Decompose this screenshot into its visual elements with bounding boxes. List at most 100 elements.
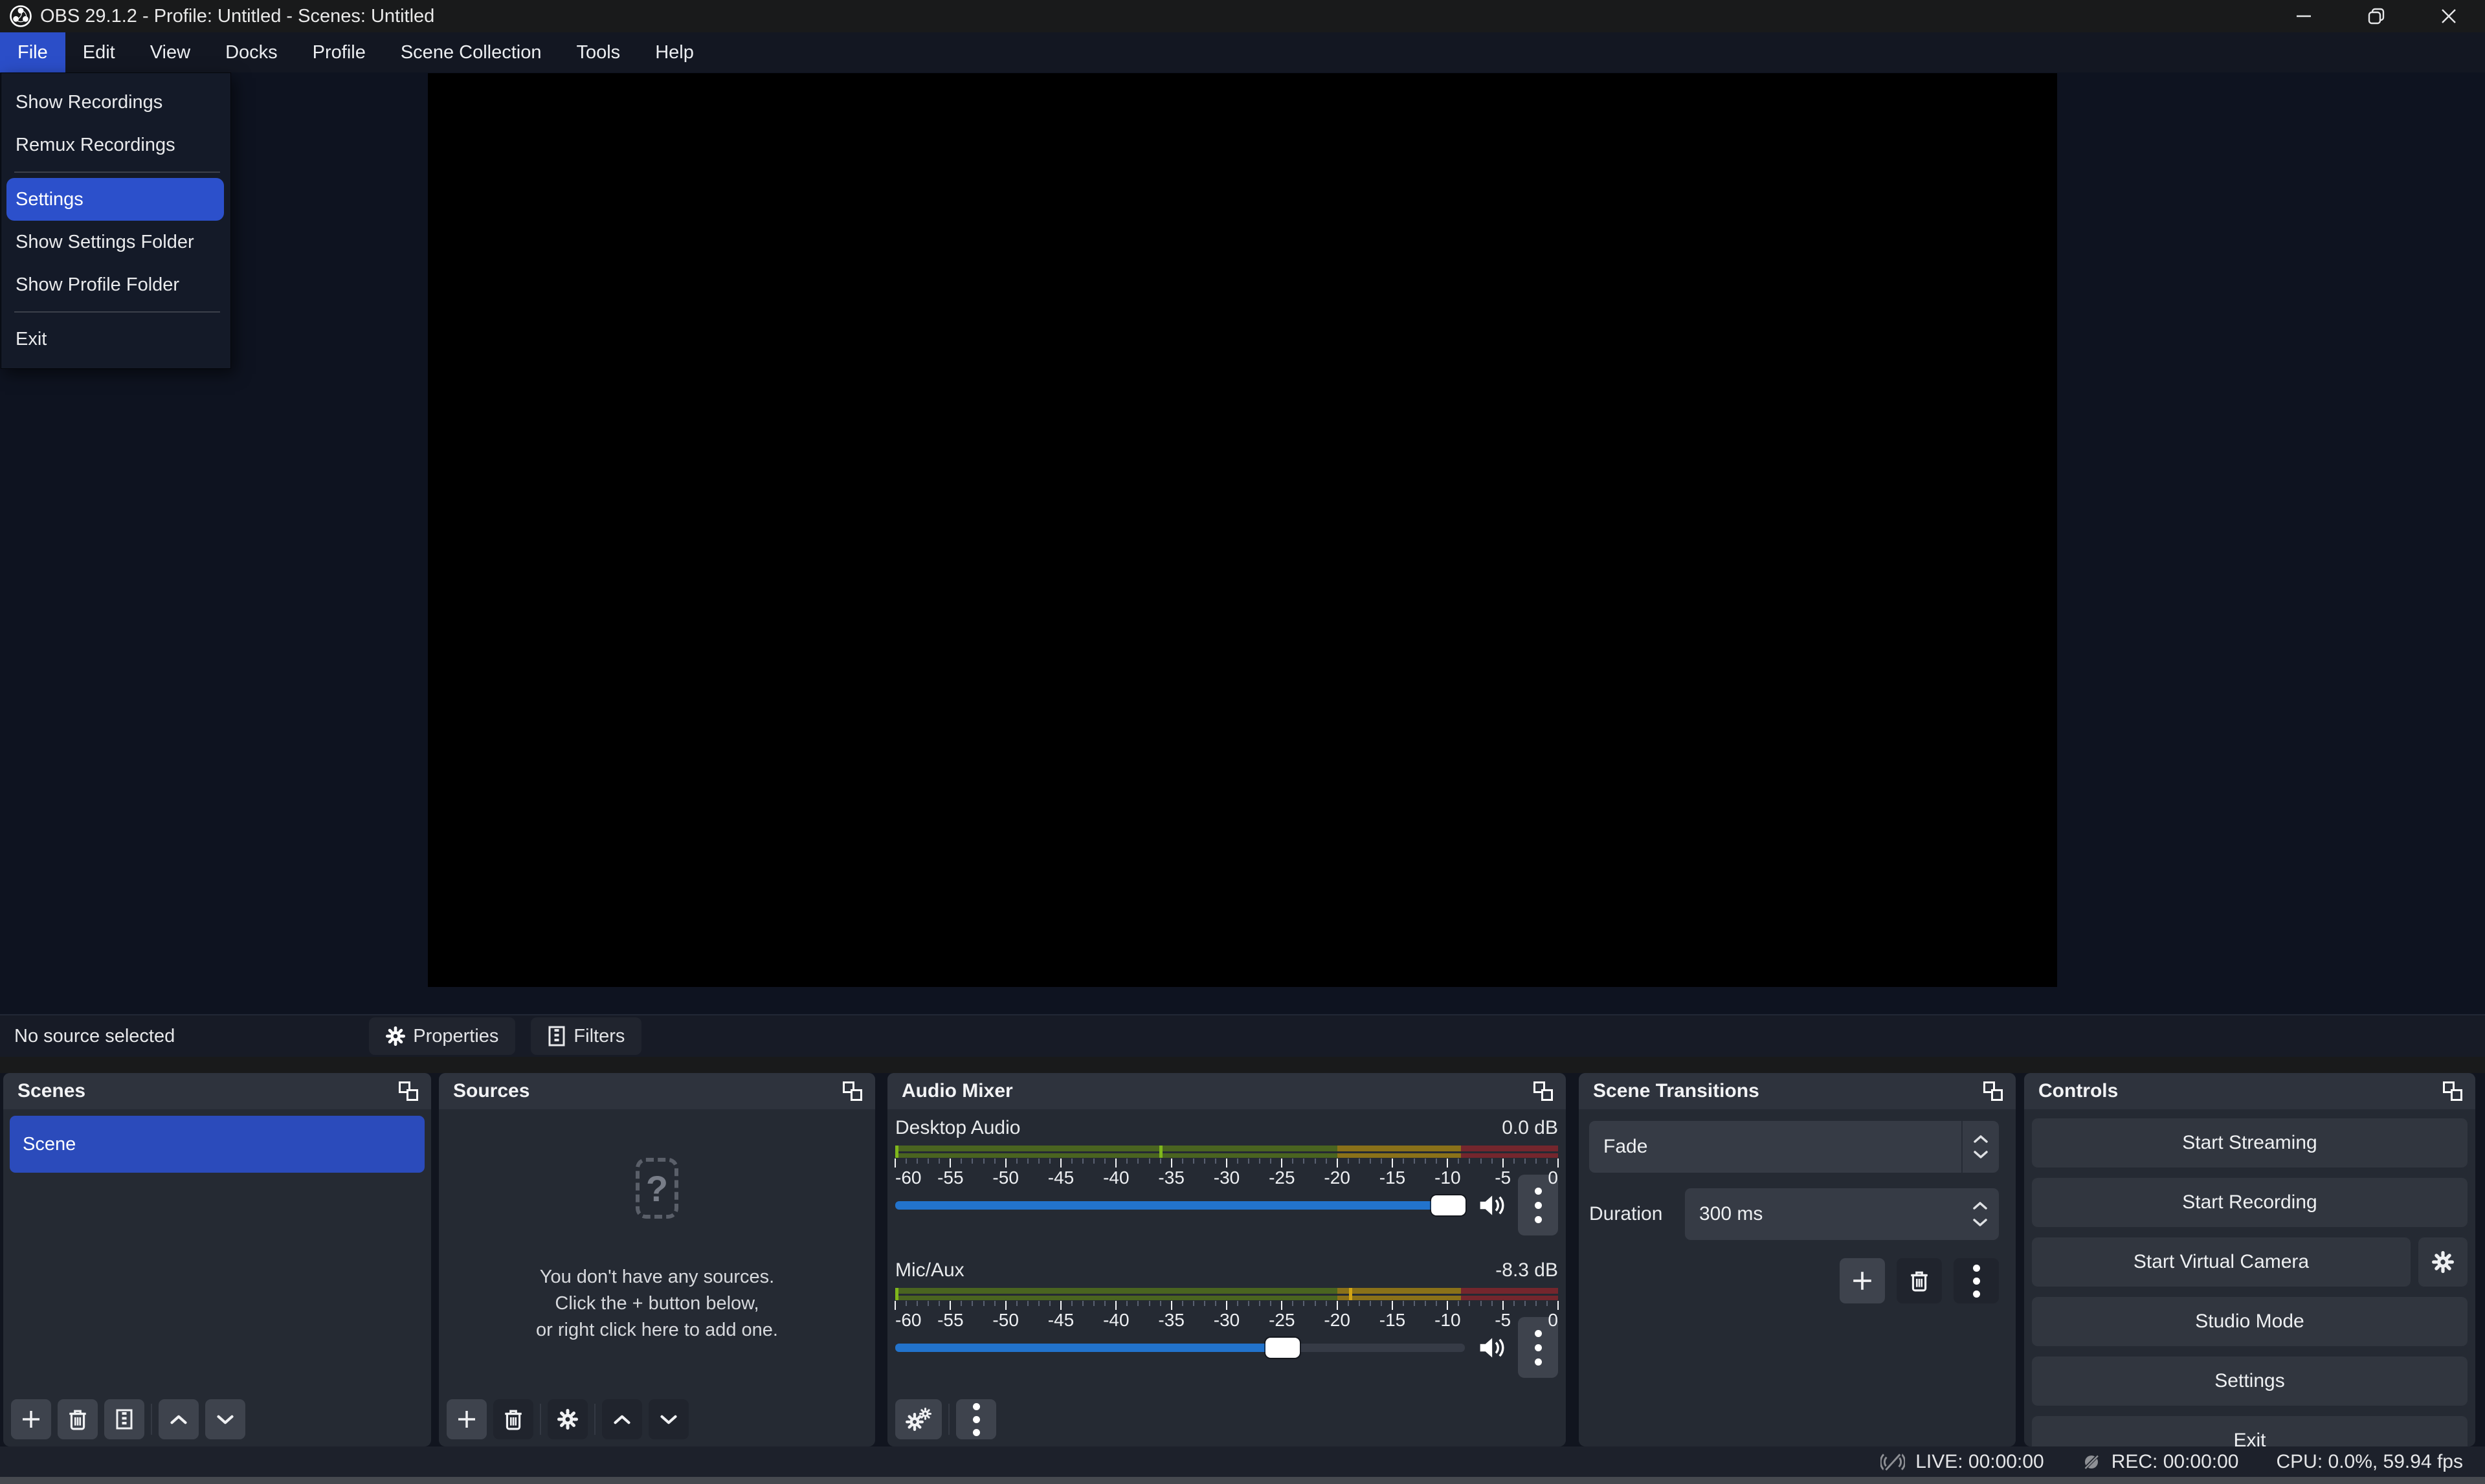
duration-spinbox[interactable]: 300 ms: [1685, 1188, 1999, 1240]
transition-select[interactable]: Fade: [1589, 1121, 1999, 1173]
exit-button[interactable]: Exit: [2032, 1416, 2468, 1446]
channel-name: Desktop Audio: [895, 1117, 1020, 1139]
scene-transitions-title: Scene Transitions: [1593, 1080, 1759, 1102]
file-menu-exit[interactable]: Exit: [1, 318, 230, 360]
filter-icon: [548, 1026, 566, 1047]
down-icon: [660, 1414, 678, 1425]
file-menu-show-settings-folder[interactable]: Show Settings Folder: [1, 221, 230, 263]
restore-button[interactable]: [2340, 0, 2413, 32]
menu-edit[interactable]: Edit: [65, 32, 133, 72]
menu-help[interactable]: Help: [638, 32, 711, 72]
mixer-channel-desktop-audio: Desktop Audio 0.0 dB -60-55-50-45-40-35-…: [895, 1114, 1558, 1219]
restore-icon: [2367, 7, 2385, 25]
live-time: LIVE: 00:00:00: [1915, 1451, 2044, 1473]
menu-file[interactable]: File: [0, 32, 65, 72]
spinbox-arrows: [1961, 1188, 1999, 1240]
meter-scale: -60-55-50-45-40-35-30-25-20-15-10-50: [895, 1158, 1558, 1188]
transition-selected-value: Fade: [1589, 1136, 1647, 1158]
add-source-button[interactable]: [447, 1399, 487, 1439]
cpu-fps-stats: CPU: 0.0%, 59.94 fps: [2277, 1451, 2464, 1473]
chevron-up-icon[interactable]: [1972, 1201, 1988, 1210]
scene-transitions-panel-header: Scene Transitions: [1579, 1073, 2016, 1109]
file-menu-show-recordings[interactable]: Show Recordings: [1, 81, 230, 124]
virtual-camera-config-button[interactable]: [2418, 1237, 2468, 1287]
minimize-icon: [2295, 7, 2313, 25]
speaker-icon[interactable]: [1478, 1193, 1505, 1217]
title-bar: OBS 29.1.2 - Profile: Untitled - Scenes:…: [0, 0, 2485, 32]
start-virtual-camera-button[interactable]: Start Virtual Camera: [2032, 1237, 2411, 1287]
advanced-audio-button[interactable]: [895, 1399, 942, 1439]
popout-icon[interactable]: [2442, 1080, 2464, 1102]
kebab-menu-icon: [1973, 1265, 1980, 1298]
popout-icon[interactable]: [397, 1080, 419, 1102]
remove-transition-button[interactable]: [1897, 1258, 1942, 1303]
file-menu-settings[interactable]: Settings: [6, 178, 224, 221]
stream-inactive-icon: [1880, 1450, 1905, 1474]
scenes-panel: Scenes Scene: [3, 1073, 431, 1446]
filters-button[interactable]: Filters: [531, 1017, 641, 1055]
file-menu-remux-recordings[interactable]: Remux Recordings: [1, 124, 230, 166]
down-icon: [216, 1414, 234, 1425]
volume-slider[interactable]: [895, 1201, 1465, 1210]
toolbar-separator: [948, 1404, 950, 1435]
popout-icon[interactable]: [1532, 1080, 1554, 1102]
scene-up-button[interactable]: [159, 1399, 199, 1439]
volume-slider-handle[interactable]: [1431, 1195, 1465, 1215]
source-properties-button[interactable]: [548, 1399, 588, 1439]
controls-title: Controls: [2038, 1080, 2118, 1102]
sources-empty-state[interactable]: ? You don't have any sources. Click the …: [439, 1109, 875, 1392]
remove-source-button[interactable]: [493, 1399, 533, 1439]
preview-canvas[interactable]: [428, 73, 2057, 987]
start-recording-button[interactable]: Start Recording: [2032, 1178, 2468, 1227]
chevron-up-icon: [1973, 1135, 1989, 1144]
channel-name: Mic/Aux: [895, 1259, 964, 1281]
studio-mode-button[interactable]: Studio Mode: [2032, 1297, 2468, 1346]
start-streaming-button[interactable]: Start Streaming: [2032, 1118, 2468, 1168]
menu-profile[interactable]: Profile: [295, 32, 383, 72]
gear-icon: [557, 1409, 578, 1430]
double-gear-icon: [906, 1408, 931, 1431]
properties-button[interactable]: Properties: [369, 1017, 515, 1055]
scene-filters-button[interactable]: [104, 1399, 144, 1439]
add-icon: [21, 1409, 41, 1430]
chevron-down-icon: [1973, 1150, 1989, 1159]
volume-slider-handle[interactable]: [1265, 1338, 1300, 1358]
menu-scene-collection[interactable]: Scene Collection: [383, 32, 559, 72]
menu-view[interactable]: View: [133, 32, 208, 72]
speaker-icon[interactable]: [1478, 1336, 1505, 1360]
settings-button[interactable]: Settings: [2032, 1357, 2468, 1406]
add-icon: [1851, 1270, 1873, 1292]
transition-options-button[interactable]: [1954, 1258, 1999, 1303]
close-button[interactable]: [2413, 0, 2485, 32]
popout-icon[interactable]: [841, 1080, 864, 1102]
toolbar-separator: [540, 1404, 541, 1435]
add-scene-button[interactable]: [11, 1399, 51, 1439]
source-up-button[interactable]: [602, 1399, 642, 1439]
menu-tools[interactable]: Tools: [559, 32, 638, 72]
volume-slider[interactable]: [895, 1344, 1465, 1352]
scene-down-button[interactable]: [205, 1399, 245, 1439]
popout-icon[interactable]: [1982, 1080, 2004, 1102]
remove-scene-button[interactable]: [58, 1399, 98, 1439]
duration-value: 300 ms: [1685, 1203, 1763, 1225]
minimize-button[interactable]: [2268, 0, 2340, 32]
controls-panel: Controls Start Streaming Start Recording…: [2024, 1073, 2475, 1446]
menu-docks[interactable]: Docks: [208, 32, 295, 72]
window-bottom-edge: [0, 1477, 2485, 1484]
scene-list-item[interactable]: Scene: [10, 1116, 425, 1173]
scene-name: Scene: [23, 1134, 76, 1155]
chevron-down-icon[interactable]: [1972, 1218, 1988, 1227]
file-menu-show-profile-folder[interactable]: Show Profile Folder: [1, 263, 230, 306]
audio-mixer-panel: Audio Mixer Desktop Audio 0.0 dB -60-55-…: [887, 1073, 1566, 1446]
source-down-button[interactable]: [649, 1399, 689, 1439]
channel-level-db: -8.3 dB: [1495, 1259, 1558, 1281]
sources-panel: Sources ? You don't have any sources. Cl…: [439, 1073, 875, 1446]
toolbar-separator: [151, 1404, 152, 1435]
scenes-toolbar: [3, 1392, 431, 1446]
no-source-status: No source selected: [14, 1026, 175, 1047]
add-transition-button[interactable]: [1840, 1258, 1885, 1303]
sources-title: Sources: [453, 1080, 529, 1102]
status-bar: LIVE: 00:00:00 REC: 00:00:00 CPU: 0.0%, …: [0, 1446, 2485, 1477]
duration-label: Duration: [1589, 1203, 1685, 1225]
mixer-options-button[interactable]: [956, 1399, 996, 1439]
